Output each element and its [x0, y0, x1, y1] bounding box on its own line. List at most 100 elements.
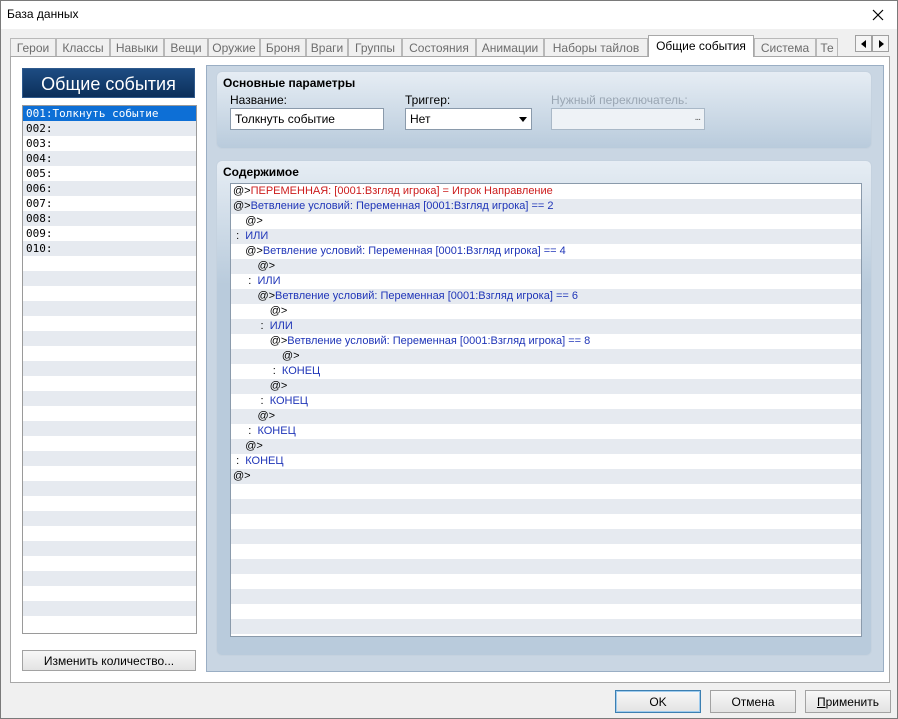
list-item[interactable]: [23, 541, 196, 556]
list-item[interactable]: [23, 616, 196, 631]
command-line[interactable]: @>: [231, 214, 861, 229]
tab-14[interactable]: Те: [816, 38, 838, 57]
apply-button[interactable]: Применить: [805, 690, 891, 713]
command-text: КОНЕЦ: [281, 365, 321, 377]
tab-8[interactable]: Группы: [348, 38, 402, 57]
list-item[interactable]: [23, 466, 196, 481]
list-item[interactable]: 003:: [23, 136, 196, 151]
list-item[interactable]: [23, 301, 196, 316]
tab-11[interactable]: Наборы тайлов: [544, 38, 648, 57]
command-line[interactable]: [231, 484, 861, 499]
command-indent: [233, 410, 257, 422]
command-line[interactable]: : ИЛИ: [231, 274, 861, 289]
list-item[interactable]: 006:: [23, 181, 196, 196]
command-line[interactable]: : КОНЕЦ: [231, 394, 861, 409]
list-item[interactable]: 007:: [23, 196, 196, 211]
command-indent: [233, 335, 270, 347]
tab-1[interactable]: Герои: [10, 38, 56, 57]
command-line[interactable]: : ИЛИ: [231, 319, 861, 334]
list-item[interactable]: 010:: [23, 241, 196, 256]
tab-scroll-right-button[interactable]: [872, 35, 889, 52]
command-line[interactable]: @>: [231, 379, 861, 394]
list-item[interactable]: [23, 346, 196, 361]
tab-3[interactable]: Навыки: [110, 38, 164, 57]
tab-7[interactable]: Враги: [306, 38, 348, 57]
list-item[interactable]: 004:: [23, 151, 196, 166]
common-event-list[interactable]: 001:Толкнуть событие 002: 003: 004: 005: 006:…: [22, 105, 197, 634]
tab-6[interactable]: Броня: [260, 38, 306, 57]
list-item[interactable]: [23, 511, 196, 526]
list-item[interactable]: [23, 571, 196, 586]
tab-13[interactable]: Система: [754, 38, 816, 57]
name-label: Название:: [230, 93, 287, 107]
tab-4[interactable]: Вещи: [164, 38, 208, 57]
command-prefix: :: [236, 455, 246, 467]
command-line[interactable]: @>: [231, 469, 861, 484]
close-button[interactable]: [861, 1, 895, 29]
command-line[interactable]: : КОНЕЦ: [231, 454, 861, 469]
command-line[interactable]: [231, 559, 861, 574]
list-item[interactable]: [23, 391, 196, 406]
command-line[interactable]: [231, 544, 861, 559]
list-item[interactable]: [23, 361, 196, 376]
command-line[interactable]: @>: [231, 259, 861, 274]
list-item[interactable]: [23, 376, 196, 391]
tab-2[interactable]: Классы: [56, 38, 110, 57]
command-prefix: @>: [233, 185, 251, 197]
list-item[interactable]: [23, 586, 196, 601]
command-line[interactable]: [231, 514, 861, 529]
command-line[interactable]: [231, 574, 861, 589]
command-line[interactable]: @>Ветвление условий: Переменная [0001:Вз…: [231, 334, 861, 349]
command-line[interactable]: [231, 499, 861, 514]
list-item[interactable]: [23, 256, 196, 271]
list-item[interactable]: [23, 406, 196, 421]
tab-9[interactable]: Состояния: [402, 38, 476, 57]
list-item[interactable]: 008:: [23, 211, 196, 226]
list-item[interactable]: [23, 436, 196, 451]
list-item[interactable]: [23, 316, 196, 331]
list-item[interactable]: [23, 286, 196, 301]
command-line[interactable]: [231, 589, 861, 604]
ok-button[interactable]: OK: [615, 690, 701, 713]
command-line[interactable]: : ИЛИ: [231, 229, 861, 244]
list-item[interactable]: 005:: [23, 166, 196, 181]
change-count-button[interactable]: Изменить количество...: [22, 650, 196, 671]
list-item[interactable]: [23, 451, 196, 466]
name-input[interactable]: [230, 108, 384, 130]
list-item[interactable]: [23, 481, 196, 496]
command-line[interactable]: @>: [231, 439, 861, 454]
command-line[interactable]: @>ПЕРЕМЕННАЯ: [0001:Взгляд игрока] = Игр…: [231, 184, 861, 199]
list-item[interactable]: [23, 271, 196, 286]
list-item[interactable]: [23, 526, 196, 541]
list-item[interactable]: [23, 331, 196, 346]
command-line[interactable]: @>Ветвление условий: Переменная [0001:Вз…: [231, 199, 861, 214]
command-text: ИЛИ: [245, 230, 269, 242]
command-text: ПЕРЕМЕННАЯ: [0001:Взгляд игрока] = Игрок…: [250, 185, 553, 197]
command-line[interactable]: @>: [231, 304, 861, 319]
command-line[interactable]: @>Ветвление условий: Переменная [0001:Вз…: [231, 289, 861, 304]
list-item[interactable]: 009:: [23, 226, 196, 241]
command-line[interactable]: [231, 529, 861, 544]
tab-12[interactable]: Общие события: [648, 35, 754, 57]
command-line[interactable]: : КОНЕЦ: [231, 424, 861, 439]
list-item[interactable]: [23, 421, 196, 436]
cancel-button[interactable]: Отмена: [710, 690, 796, 713]
list-item[interactable]: [23, 556, 196, 571]
tab-5[interactable]: Оружие: [208, 38, 260, 57]
command-line[interactable]: [231, 604, 861, 619]
list-item[interactable]: 002:: [23, 121, 196, 136]
list-item[interactable]: [23, 496, 196, 511]
tab-scroll-left-button[interactable]: [855, 35, 872, 52]
tab-10[interactable]: Анимации: [476, 38, 544, 57]
list-item[interactable]: [23, 601, 196, 616]
command-line[interactable]: : КОНЕЦ: [231, 364, 861, 379]
event-command-list[interactable]: @>ПЕРЕМЕННАЯ: [0001:Взгляд игрока] = Игр…: [230, 183, 862, 637]
command-line[interactable]: @>: [231, 409, 861, 424]
list-item[interactable]: 001:Толкнуть событие: [23, 106, 196, 121]
database-window: База данных Герои Классы Навыки Вещи Оружие Б…: [0, 0, 898, 719]
command-text: Ветвление условий: Переменная [0001:Взгл…: [275, 290, 578, 302]
command-line[interactable]: [231, 619, 861, 634]
command-line[interactable]: @>Ветвление условий: Переменная [0001:Вз…: [231, 244, 861, 259]
trigger-select[interactable]: Нет: [405, 108, 532, 130]
command-line[interactable]: @>: [231, 349, 861, 364]
